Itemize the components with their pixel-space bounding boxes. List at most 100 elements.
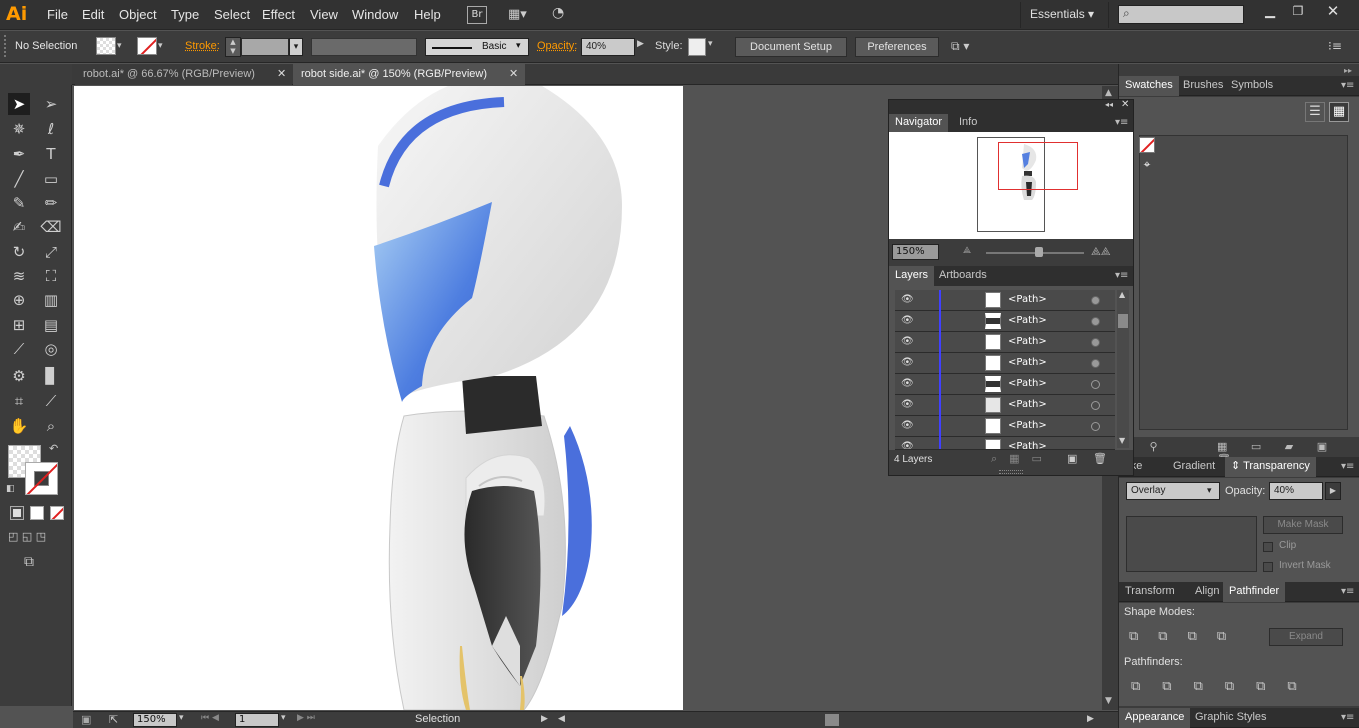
stroke-swatch[interactable] xyxy=(137,37,157,55)
swap-colors-icon[interactable]: ↶ xyxy=(49,442,58,455)
chevron-down-icon[interactable]: ▾ xyxy=(708,39,713,49)
tab-graphic-styles[interactable]: Graphic Styles xyxy=(1189,708,1273,728)
chevron-down-icon[interactable]: ▾ xyxy=(281,713,286,723)
layer-name[interactable]: <Path> xyxy=(1008,441,1047,449)
perspective-grid-tool-icon[interactable]: ▥ xyxy=(40,289,62,311)
tab-robot-ai[interactable]: robot.ai* @ 66.67% (RGB/Preview) ✕ xyxy=(75,64,292,85)
zoom-tool-icon[interactable]: ⌕ xyxy=(40,415,62,437)
layer-name[interactable]: <Path> xyxy=(1008,294,1047,305)
expand-icon[interactable]: ▸▸ xyxy=(1344,66,1352,75)
blob-brush-tool-icon[interactable]: ✍ xyxy=(8,216,30,238)
artboard-number-input[interactable]: 1 xyxy=(235,713,279,727)
pencil-tool-icon[interactable]: ✏ xyxy=(40,192,62,214)
clip-checkbox[interactable] xyxy=(1263,542,1273,552)
layer-name[interactable]: <Path> xyxy=(1008,399,1047,410)
invert-mask-checkbox[interactable] xyxy=(1263,562,1273,572)
close-icon[interactable]: ✕ xyxy=(277,64,286,84)
layer-row[interactable]: 👁 <Path> xyxy=(895,395,1115,416)
direct-selection-tool-icon[interactable]: ➢ xyxy=(40,93,62,115)
eye-icon[interactable]: 👁 xyxy=(901,399,914,410)
horizontal-scroll-thumb[interactable] xyxy=(825,714,839,726)
close-icon[interactable]: ✕ xyxy=(509,64,518,84)
close-icon[interactable]: ✕ xyxy=(1121,99,1129,110)
zoom-out-icon[interactable]: ⟁ xyxy=(963,246,971,256)
eye-icon[interactable]: 👁 xyxy=(901,336,914,347)
chevron-down-icon[interactable]: ▾ xyxy=(289,38,303,56)
tab-navigator[interactable]: Navigator xyxy=(889,114,949,132)
close-window-button[interactable]: ✕ xyxy=(1323,2,1343,22)
scroll-up-icon[interactable]: ▲ xyxy=(1119,290,1125,299)
lasso-tool-icon[interactable]: ℓ xyxy=(40,118,62,140)
blend-tool-icon[interactable]: ◎ xyxy=(40,338,62,360)
scroll-right-icon[interactable]: ▶ xyxy=(1087,714,1094,724)
menu-window[interactable]: Window xyxy=(352,7,398,22)
free-transform-tool-icon[interactable]: ⛶ xyxy=(40,265,62,287)
share-icon[interactable]: ⇱ xyxy=(109,713,118,726)
zoom-input[interactable]: 150% xyxy=(133,713,177,727)
magic-wand-tool-icon[interactable]: ✵ xyxy=(8,118,30,140)
layer-action-icons[interactable]: ⌕▦▭ xyxy=(991,452,1054,466)
first-artboard-icon[interactable]: ⏮ ◀ xyxy=(201,713,219,723)
document-setup-button[interactable]: Document Setup xyxy=(735,37,847,57)
stroke-weight-input[interactable] xyxy=(241,38,289,56)
type-tool-icon[interactable]: T xyxy=(40,143,62,165)
make-mask-button[interactable]: Make Mask xyxy=(1263,516,1343,534)
hand-tool-icon[interactable]: ✋ xyxy=(8,415,30,437)
layer-name[interactable]: <Path> xyxy=(1008,315,1047,326)
restore-button[interactable]: ❐ xyxy=(1288,4,1308,22)
list-view-icon[interactable]: ☰ xyxy=(1305,102,1325,122)
trash-icon[interactable]: 🗑 xyxy=(1093,452,1107,465)
scroll-left-icon[interactable]: ◀ xyxy=(558,714,565,724)
navigator-preview[interactable] xyxy=(889,132,1133,239)
chevron-right-icon[interactable]: ▶ xyxy=(541,714,548,724)
tab-swatches[interactable]: Swatches xyxy=(1119,76,1179,96)
menu-object[interactable]: Object xyxy=(119,7,157,22)
new-layer-icon[interactable]: ▣ xyxy=(1067,452,1077,465)
zoom-slider-thumb[interactable] xyxy=(1035,247,1043,257)
color-mode-icon[interactable] xyxy=(10,506,24,520)
pen-tool-icon[interactable]: ✒ xyxy=(8,143,30,165)
gradient-mode-icon[interactable] xyxy=(30,506,44,520)
layer-row[interactable]: 👁 <Path> xyxy=(895,353,1115,374)
tab-layers[interactable]: Layers xyxy=(889,266,935,286)
expand-button[interactable]: Expand xyxy=(1269,628,1343,646)
target-icon[interactable] xyxy=(1091,317,1100,326)
eraser-tool-icon[interactable]: ⌫ xyxy=(40,216,62,238)
none-mode-icon[interactable] xyxy=(50,506,64,520)
menu-select[interactable]: Select xyxy=(214,7,250,22)
shape-builder-tool-icon[interactable]: ⊕ xyxy=(8,289,30,311)
thumbnail-view-icon[interactable]: ▦ xyxy=(1329,102,1349,122)
tab-appearance[interactable]: Appearance xyxy=(1119,708,1191,728)
tab-symbols[interactable]: Symbols xyxy=(1225,76,1279,96)
layer-row[interactable]: 👁 <Path> xyxy=(895,416,1115,437)
line-tool-icon[interactable]: ╱ xyxy=(8,168,30,190)
chevron-down-icon[interactable]: ▾ xyxy=(158,37,170,55)
panel-menu-icon[interactable]: ▾≡ xyxy=(1115,117,1128,128)
target-icon[interactable] xyxy=(1091,338,1100,347)
none-swatch[interactable] xyxy=(1139,137,1155,153)
chevron-right-icon[interactable]: ▶ xyxy=(1325,482,1341,500)
layer-name[interactable]: <Path> xyxy=(1008,420,1047,431)
eye-icon[interactable]: 👁 xyxy=(901,378,914,389)
rectangle-tool-icon[interactable]: ▭ xyxy=(40,168,62,190)
brush-definition[interactable]: Basic ▾ xyxy=(425,38,529,56)
layer-row[interactable]: 👁 <Path> xyxy=(895,290,1115,311)
registration-swatch-icon[interactable]: ⌖ xyxy=(1139,157,1155,173)
preferences-button[interactable]: Preferences xyxy=(855,37,939,57)
target-icon[interactable] xyxy=(1091,380,1100,389)
collapse-icon[interactable]: ◂◂ xyxy=(1105,100,1113,109)
panel-menu-icon[interactable]: ▾≡ xyxy=(1115,270,1128,281)
tab-transform[interactable]: Transform xyxy=(1119,582,1181,602)
layer-row[interactable]: 👁 <Path> xyxy=(895,374,1115,395)
symbol-sprayer-tool-icon[interactable]: ⚙ xyxy=(8,365,30,387)
tab-pathfinder[interactable]: Pathfinder xyxy=(1223,582,1286,602)
opacity-input[interactable]: 40% xyxy=(1269,482,1323,500)
rotate-tool-icon[interactable]: ↻ xyxy=(8,241,30,263)
fill-swatch[interactable] xyxy=(96,37,116,55)
default-colors-icon[interactable]: ◧ xyxy=(6,484,15,494)
variable-width-profile[interactable] xyxy=(311,38,417,56)
eye-icon[interactable]: 👁 xyxy=(901,420,914,431)
chevron-down-icon[interactable]: ▾ xyxy=(179,713,191,727)
opacity-input[interactable]: 40% xyxy=(581,38,635,56)
screen-mode-icon[interactable]: ⧉ xyxy=(24,554,34,570)
